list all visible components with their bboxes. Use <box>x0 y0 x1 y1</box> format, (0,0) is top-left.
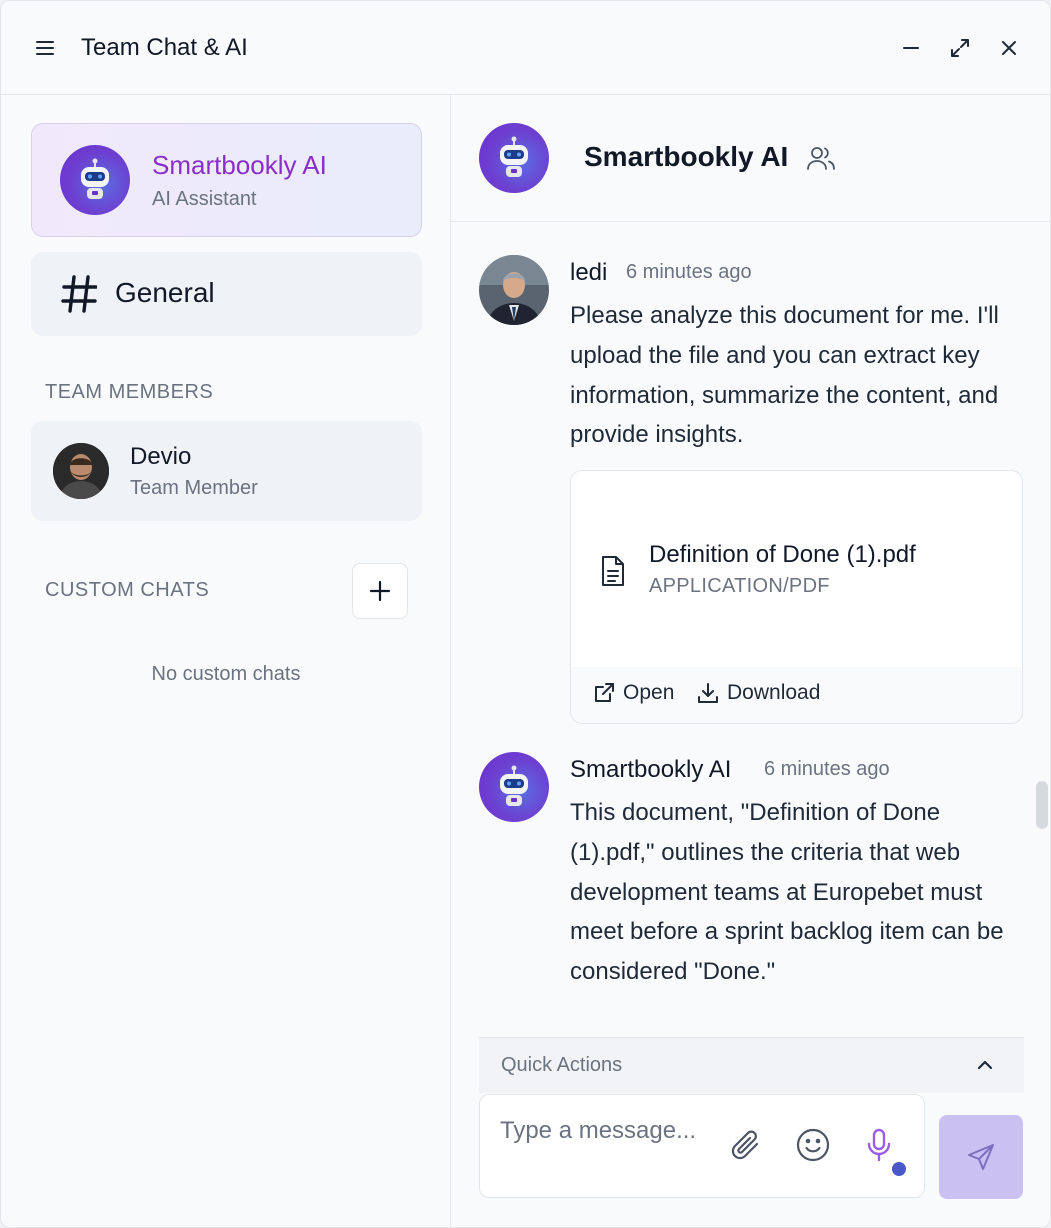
chevron-up-icon <box>977 1060 993 1070</box>
send-icon <box>968 1144 994 1170</box>
minimize-icon[interactable] <box>897 34 925 62</box>
quick-actions-toggle[interactable]: Quick Actions <box>479 1037 1024 1093</box>
menu-icon[interactable] <box>31 33 59 63</box>
file-attachment: Definition of Done (1).pdf APPLICATION/P… <box>570 470 1023 724</box>
avatar <box>53 443 109 499</box>
chat-pane: Smartbookly AI ledi 6 minutes ago Please <box>451 95 1050 1227</box>
file-name: Definition of Done (1).pdf <box>649 541 916 568</box>
expand-icon[interactable] <box>946 34 974 62</box>
member-role: Team Member <box>130 477 258 499</box>
team-members-heading: TEAM MEMBERS <box>45 381 214 403</box>
document-icon <box>602 556 624 586</box>
hash-icon <box>61 275 97 313</box>
app-title: Team Chat & AI <box>81 34 248 61</box>
open-file-button[interactable]: Open <box>593 681 674 705</box>
emoji-icon[interactable] <box>795 1127 831 1163</box>
download-label: Download <box>727 681 821 704</box>
quick-actions-label: Quick Actions <box>501 1054 623 1076</box>
message-text: Please analyze this document for me. I'l… <box>570 302 999 449</box>
robot-icon <box>81 158 109 199</box>
close-icon[interactable] <box>995 34 1023 62</box>
users-icon[interactable] <box>806 143 836 173</box>
sidebar-item-general[interactable]: General <box>31 252 422 336</box>
bot-avatar <box>60 145 130 215</box>
message-text: This document, "Definition of Done (1).p… <box>570 799 1004 986</box>
avatar <box>479 255 549 325</box>
scrollbar-thumb[interactable] <box>1036 781 1048 829</box>
member-name: Devio <box>130 443 192 470</box>
add-custom-chat-button[interactable] <box>352 563 408 619</box>
attach-icon[interactable] <box>728 1127 764 1163</box>
plus-icon <box>369 580 391 602</box>
send-button[interactable] <box>939 1115 1023 1199</box>
download-icon <box>698 683 718 703</box>
chat-window: Team Chat & AI Smartbookly AI AI Assista… <box>0 0 1051 1228</box>
message-composer <box>479 1094 925 1198</box>
external-link-icon <box>595 683 614 702</box>
title-bar: Team Chat & AI <box>1 1 1050 95</box>
ai-assistant-subtitle: AI Assistant <box>152 188 257 210</box>
chat-header: Smartbookly AI <box>451 95 1050 222</box>
sidebar: Smartbookly AI AI Assistant General TEAM… <box>1 95 451 1227</box>
message-timestamp: 6 minutes ago <box>764 758 890 780</box>
recording-indicator <box>892 1162 906 1176</box>
sidebar-item-ai-assistant[interactable]: Smartbookly AI AI Assistant <box>31 123 422 237</box>
robot-icon <box>500 136 528 177</box>
file-type: APPLICATION/PDF <box>649 575 830 597</box>
custom-chats-heading: CUSTOM CHATS <box>45 579 210 601</box>
general-channel-label: General <box>115 277 215 308</box>
bot-avatar <box>479 123 549 193</box>
message-timestamp: 6 minutes ago <box>626 261 752 283</box>
message-input[interactable] <box>500 1113 720 1149</box>
open-label: Open <box>623 681 675 704</box>
robot-icon <box>500 765 528 806</box>
microphone-icon[interactable] <box>861 1127 897 1163</box>
bot-avatar <box>479 752 549 822</box>
ai-assistant-name: Smartbookly AI <box>152 150 327 180</box>
custom-chats-empty-state: No custom chats <box>151 663 301 685</box>
sidebar-item-member[interactable]: Devio Team Member <box>31 421 422 521</box>
chat-title: Smartbookly AI <box>584 141 789 172</box>
message-author: Smartbookly AI <box>570 756 732 783</box>
download-file-button[interactable]: Download <box>697 681 820 705</box>
file-actions: Open Download <box>571 667 1022 723</box>
message-author: ledi <box>570 259 608 286</box>
